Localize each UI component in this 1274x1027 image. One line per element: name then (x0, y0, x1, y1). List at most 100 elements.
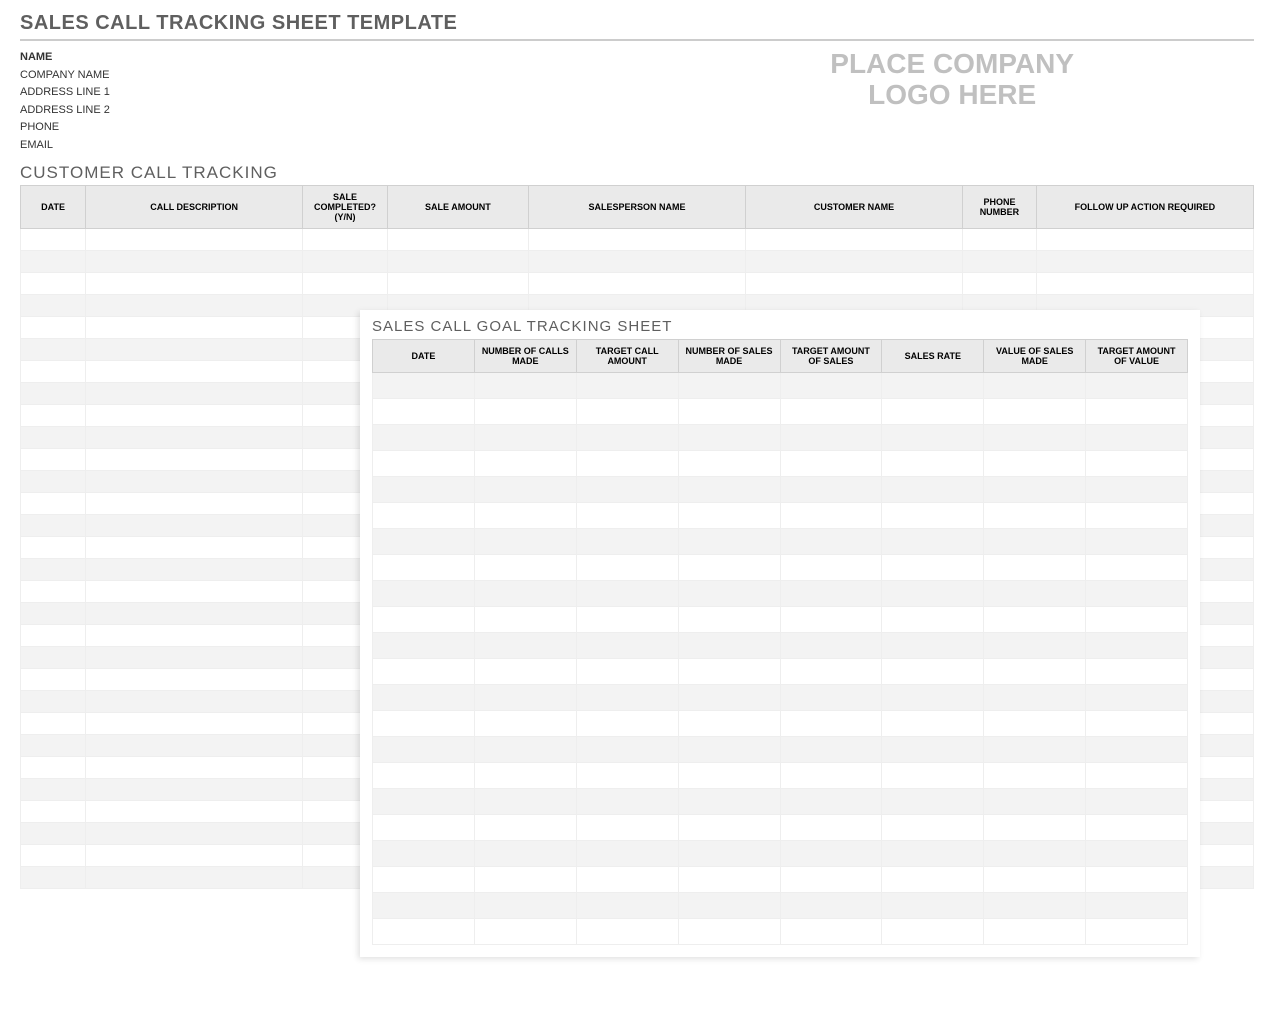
table-cell[interactable] (780, 399, 882, 425)
table-cell[interactable] (373, 581, 475, 607)
table-cell[interactable] (576, 425, 678, 451)
table-cell[interactable] (576, 919, 678, 945)
table-cell[interactable] (1086, 425, 1188, 451)
table-cell[interactable] (21, 558, 86, 580)
table-cell[interactable] (1086, 867, 1188, 893)
table-cell[interactable] (882, 451, 984, 477)
table-cell[interactable] (678, 815, 780, 841)
table-cell[interactable] (21, 580, 86, 602)
table-cell[interactable] (882, 919, 984, 945)
table-cell[interactable] (373, 399, 475, 425)
table-cell[interactable] (474, 503, 576, 529)
table-cell[interactable] (984, 789, 1086, 815)
table-cell[interactable] (474, 425, 576, 451)
table-cell[interactable] (984, 685, 1086, 711)
table-cell[interactable] (474, 763, 576, 789)
table-cell[interactable] (678, 659, 780, 685)
table-cell[interactable] (21, 866, 86, 888)
table-cell[interactable] (373, 633, 475, 659)
table-cell[interactable] (1086, 581, 1188, 607)
table-cell[interactable] (984, 503, 1086, 529)
table-cell[interactable] (576, 659, 678, 685)
table-cell[interactable] (373, 763, 475, 789)
table-cell[interactable] (678, 633, 780, 659)
table-cell[interactable] (86, 228, 303, 250)
table-cell[interactable] (576, 477, 678, 503)
table-cell[interactable] (86, 602, 303, 624)
table-cell[interactable] (373, 503, 475, 529)
table-cell[interactable] (373, 867, 475, 893)
table-cell[interactable] (576, 815, 678, 841)
table-cell[interactable] (882, 529, 984, 555)
table-cell[interactable] (373, 555, 475, 581)
table-cell[interactable] (780, 425, 882, 451)
table-cell[interactable] (963, 250, 1037, 272)
table-cell[interactable] (780, 503, 882, 529)
table-cell[interactable] (780, 451, 882, 477)
table-cell[interactable] (1086, 919, 1188, 945)
table-cell[interactable] (984, 711, 1086, 737)
table-cell[interactable] (1086, 841, 1188, 867)
table-cell[interactable] (1086, 763, 1188, 789)
table-cell[interactable] (474, 399, 576, 425)
table-cell[interactable] (474, 529, 576, 555)
table-cell[interactable] (21, 426, 86, 448)
table-cell[interactable] (21, 690, 86, 712)
table-cell[interactable] (303, 272, 388, 294)
table-cell[interactable] (984, 607, 1086, 633)
table-cell[interactable] (882, 633, 984, 659)
table-cell[interactable] (21, 800, 86, 822)
table-cell[interactable] (576, 399, 678, 425)
table-cell[interactable] (780, 581, 882, 607)
table-cell[interactable] (678, 399, 780, 425)
table-cell[interactable] (1086, 477, 1188, 503)
table-cell[interactable] (678, 685, 780, 711)
table-cell[interactable] (576, 841, 678, 867)
table-cell[interactable] (882, 607, 984, 633)
table-cell[interactable] (1086, 633, 1188, 659)
table-cell[interactable] (882, 581, 984, 607)
table-cell[interactable] (882, 503, 984, 529)
table-cell[interactable] (984, 581, 1086, 607)
table-cell[interactable] (882, 841, 984, 867)
table-cell[interactable] (780, 659, 882, 685)
table-cell[interactable] (21, 382, 86, 404)
table-cell[interactable] (474, 451, 576, 477)
table-cell[interactable] (21, 668, 86, 690)
table-cell[interactable] (86, 272, 303, 294)
table-cell[interactable] (86, 250, 303, 272)
table-cell[interactable] (984, 659, 1086, 685)
table-cell[interactable] (373, 425, 475, 451)
table-cell[interactable] (1086, 685, 1188, 711)
table-cell[interactable] (86, 338, 303, 360)
table-cell[interactable] (882, 477, 984, 503)
table-cell[interactable] (86, 866, 303, 888)
table-cell[interactable] (86, 712, 303, 734)
table-cell[interactable] (678, 737, 780, 763)
table-cell[interactable] (576, 503, 678, 529)
table-cell[interactable] (474, 737, 576, 763)
table-cell[interactable] (86, 316, 303, 338)
table-cell[interactable] (882, 763, 984, 789)
table-cell[interactable] (882, 373, 984, 399)
table-cell[interactable] (474, 789, 576, 815)
table-cell[interactable] (576, 555, 678, 581)
table-cell[interactable] (474, 815, 576, 841)
table-cell[interactable] (21, 822, 86, 844)
table-cell[interactable] (373, 815, 475, 841)
table-cell[interactable] (21, 448, 86, 470)
table-cell[interactable] (1086, 659, 1188, 685)
table-cell[interactable] (745, 250, 962, 272)
table-cell[interactable] (984, 451, 1086, 477)
table-cell[interactable] (474, 633, 576, 659)
table-cell[interactable] (21, 250, 86, 272)
table-cell[interactable] (780, 919, 882, 945)
table-cell[interactable] (984, 841, 1086, 867)
table-cell[interactable] (984, 893, 1086, 919)
table-cell[interactable] (21, 470, 86, 492)
table-cell[interactable] (373, 789, 475, 815)
table-cell[interactable] (1086, 893, 1188, 919)
table-cell[interactable] (528, 228, 745, 250)
table-cell[interactable] (576, 763, 678, 789)
table-cell[interactable] (86, 426, 303, 448)
